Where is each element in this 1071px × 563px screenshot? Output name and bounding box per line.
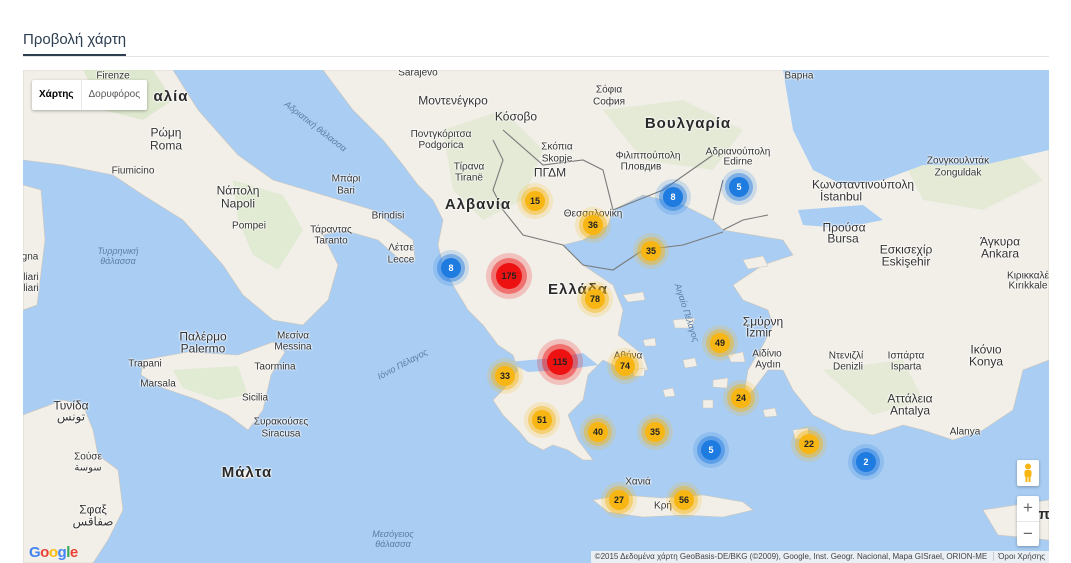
map-type-control: Χάρτης Δορυφόρος — [32, 80, 148, 110]
zoom-control: + − — [1017, 496, 1039, 546]
marker-cluster[interactable]: 115 — [547, 349, 573, 375]
pegman-icon — [1024, 463, 1032, 482]
marker-cluster[interactable]: 35 — [641, 241, 661, 261]
map-type-satellite-button[interactable]: Δορυφόρος — [80, 80, 148, 110]
marker-cluster[interactable]: 35 — [645, 422, 665, 442]
marker-cluster[interactable]: 5 — [729, 177, 749, 197]
map-canvas[interactable]: Χάρτης Δορυφόρος Firenze αλία Ρώμη Roma Fium… — [23, 70, 1049, 563]
marker-cluster[interactable]: 15 — [525, 191, 545, 211]
marker-cluster[interactable]: 8 — [441, 258, 461, 278]
marker-cluster[interactable]: 24 — [731, 388, 751, 408]
marker-cluster[interactable]: 49 — [710, 333, 730, 353]
zoom-out-button[interactable]: − — [1017, 521, 1039, 547]
marker-cluster[interactable]: 33 — [495, 366, 515, 386]
attribution-text: ©2015 Δεδομένα χάρτη GeoBasis-DE/BKG (©2… — [594, 552, 988, 561]
zoom-in-button[interactable]: + — [1017, 496, 1039, 521]
marker-cluster[interactable]: 2 — [856, 452, 876, 472]
marker-cluster[interactable]: 56 — [674, 490, 694, 510]
terms-of-use-link[interactable]: Όροι Χρήσης — [993, 552, 1045, 561]
marker-cluster[interactable]: 22 — [799, 434, 819, 454]
google-logo: Google — [29, 544, 78, 561]
marker-cluster[interactable]: 5 — [701, 440, 721, 460]
street-view-pegman-button[interactable] — [1017, 460, 1039, 486]
marker-cluster[interactable]: 36 — [583, 215, 603, 235]
marker-cluster[interactable]: 40 — [588, 422, 608, 442]
marker-cluster[interactable]: 27 — [609, 490, 629, 510]
marker-cluster[interactable]: 175 — [496, 263, 522, 289]
basemap — [23, 70, 1049, 563]
section-title: Προβολή χάρτη — [23, 31, 127, 56]
map-type-map-button[interactable]: Χάρτης — [32, 80, 81, 110]
marker-cluster[interactable]: 8 — [663, 187, 683, 207]
map-attribution: ©2015 Δεδομένα χάρτη GeoBasis-DE/BKG (©2… — [590, 551, 1049, 563]
marker-cluster[interactable]: 78 — [585, 289, 605, 309]
marker-cluster[interactable]: 51 — [532, 410, 552, 430]
section-divider — [23, 56, 1049, 57]
marker-cluster[interactable]: 74 — [615, 356, 635, 376]
